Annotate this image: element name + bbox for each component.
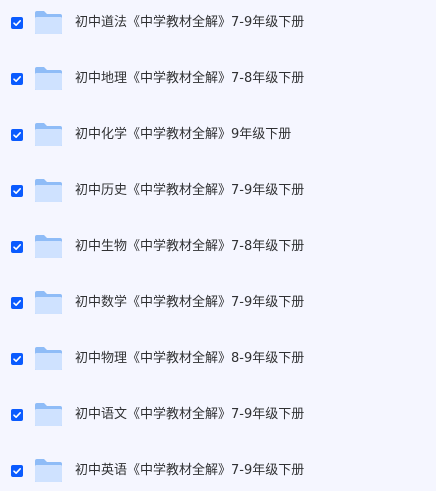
file-row[interactable]: 初中生物《中学教材全解》7-8年级下册: [0, 227, 436, 267]
file-row[interactable]: 初中历史《中学教材全解》7-9年级下册: [0, 171, 436, 211]
checkmark-icon: [13, 468, 21, 474]
file-name[interactable]: 初中英语《中学教材全解》7-9年级下册: [75, 451, 304, 491]
row-checkbox[interactable]: [11, 73, 23, 85]
file-name[interactable]: 初中物理《中学教材全解》8-9年级下册: [75, 339, 304, 379]
row-checkbox[interactable]: [11, 17, 23, 29]
folder-icon: [35, 67, 62, 90]
folder-icon: [35, 11, 62, 34]
checkmark-icon: [13, 20, 21, 26]
file-row[interactable]: 初中地理《中学教材全解》7-8年级下册: [0, 59, 436, 99]
folder-icon: [35, 123, 62, 146]
file-row[interactable]: 初中物理《中学教材全解》8-9年级下册: [0, 339, 436, 379]
folder-icon: [35, 347, 62, 370]
file-row[interactable]: 初中英语《中学教材全解》7-9年级下册: [0, 451, 436, 491]
file-name[interactable]: 初中化学《中学教材全解》9年级下册: [75, 115, 291, 155]
file-row[interactable]: 初中数学《中学教材全解》7-9年级下册: [0, 283, 436, 323]
file-list: 初中道法《中学教材全解》7-9年级下册 初中地理《中学教材全解》7-8年级下册 …: [0, 0, 436, 487]
row-checkbox[interactable]: [11, 465, 23, 477]
file-row[interactable]: 初中化学《中学教材全解》9年级下册: [0, 115, 436, 155]
checkmark-icon: [13, 300, 21, 306]
row-checkbox[interactable]: [11, 129, 23, 141]
file-name[interactable]: 初中历史《中学教材全解》7-9年级下册: [75, 171, 304, 211]
checkmark-icon: [13, 412, 21, 418]
file-name[interactable]: 初中道法《中学教材全解》7-9年级下册: [75, 3, 304, 43]
file-name[interactable]: 初中地理《中学教材全解》7-8年级下册: [75, 59, 304, 99]
checkmark-icon: [13, 132, 21, 138]
checkmark-icon: [13, 244, 21, 250]
folder-icon: [35, 459, 62, 482]
checkmark-icon: [13, 76, 21, 82]
row-checkbox[interactable]: [11, 409, 23, 421]
file-name[interactable]: 初中生物《中学教材全解》7-8年级下册: [75, 227, 304, 267]
folder-icon: [35, 179, 62, 202]
row-checkbox[interactable]: [11, 353, 23, 365]
file-name[interactable]: 初中语文《中学教材全解》7-9年级下册: [75, 395, 304, 435]
row-checkbox[interactable]: [11, 297, 23, 309]
file-name[interactable]: 初中数学《中学教材全解》7-9年级下册: [75, 283, 304, 323]
file-row[interactable]: 初中语文《中学教材全解》7-9年级下册: [0, 395, 436, 435]
checkmark-icon: [13, 188, 21, 194]
file-row[interactable]: 初中道法《中学教材全解》7-9年级下册: [0, 3, 436, 43]
row-checkbox[interactable]: [11, 185, 23, 197]
row-checkbox[interactable]: [11, 241, 23, 253]
folder-icon: [35, 291, 62, 314]
checkmark-icon: [13, 356, 21, 362]
folder-icon: [35, 403, 62, 426]
folder-icon: [35, 235, 62, 258]
